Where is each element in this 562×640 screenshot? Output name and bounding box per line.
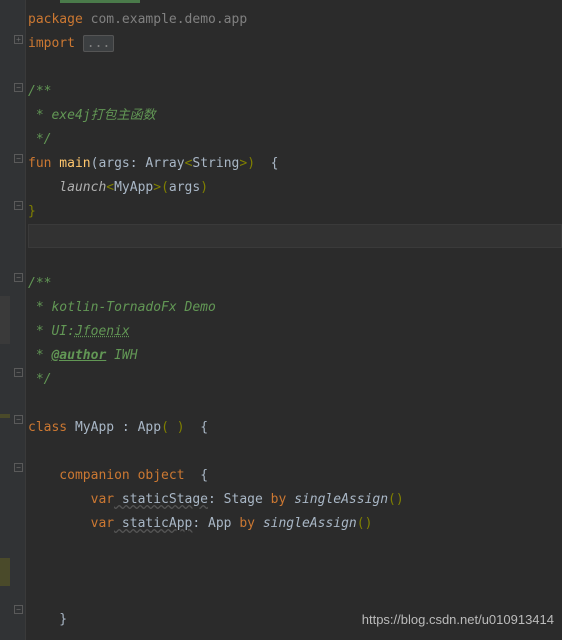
- code-line: fun main(args: Array<String>) {: [28, 152, 562, 176]
- code-line: /**: [28, 80, 562, 104]
- property-name: staticStage: [114, 492, 208, 507]
- type: Array: [145, 156, 184, 171]
- paren: (): [357, 516, 373, 531]
- fold-collapse-icon[interactable]: −: [14, 605, 23, 614]
- fold-collapse-icon[interactable]: −: [14, 83, 23, 92]
- fold-collapse-icon[interactable]: −: [14, 415, 23, 424]
- code-line-empty: [28, 584, 562, 608]
- change-marker-olive: [0, 558, 10, 586]
- param: args:: [98, 156, 145, 171]
- code-line: }: [28, 200, 562, 224]
- function-name: main: [51, 156, 90, 171]
- keyword-fun: fun: [28, 156, 51, 171]
- folded-region[interactable]: ...: [83, 35, 114, 52]
- comment-link: Jfoenix: [75, 324, 130, 339]
- function-call: launch: [28, 180, 106, 195]
- arg: args: [169, 180, 200, 195]
- code-line-empty: [28, 536, 562, 560]
- code-line: class MyApp : App( ) {: [28, 416, 562, 440]
- keyword-by: by: [239, 516, 255, 531]
- property-name: staticApp: [114, 516, 192, 531]
- code-line: var staticStage: Stage by singleAssign(): [28, 488, 562, 512]
- paren: ): [247, 156, 255, 171]
- code-line: * UI:Jfoenix: [28, 320, 562, 344]
- fold-collapse-icon[interactable]: −: [14, 273, 23, 282]
- delegate-fn: singleAssign: [255, 516, 357, 531]
- angle-bracket: <: [106, 180, 114, 195]
- fold-collapse-icon[interactable]: −: [14, 463, 23, 472]
- keyword-class: class: [28, 420, 67, 435]
- keyword-var: var: [28, 516, 114, 531]
- angle-bracket: >: [153, 180, 161, 195]
- delegate-fn: singleAssign: [286, 492, 388, 507]
- code-line: * @author IWH: [28, 344, 562, 368]
- package-name: com.example.demo.app: [83, 12, 247, 27]
- comment: */: [28, 132, 51, 147]
- brace: }: [28, 204, 36, 219]
- code-line-empty: [28, 248, 562, 272]
- code-line: */: [28, 128, 562, 152]
- paren: (: [161, 180, 169, 195]
- comment: * UI:: [28, 324, 75, 339]
- paren: ( ): [161, 420, 184, 435]
- fold-collapse-icon[interactable]: −: [14, 201, 23, 210]
- fold-expand-icon[interactable]: +: [14, 35, 23, 44]
- code-line: * kotlin-TornadoFx Demo: [28, 296, 562, 320]
- comment: IWH: [106, 348, 137, 363]
- comment: * kotlin-TornadoFx Demo: [28, 300, 216, 315]
- comment: * exe4j打包主函数: [28, 108, 156, 123]
- code-line-empty: [28, 560, 562, 584]
- type-anno: : Stage: [208, 492, 271, 507]
- code-line-empty: [28, 392, 562, 416]
- fold-collapse-icon[interactable]: −: [14, 368, 23, 377]
- comment: */: [28, 372, 51, 387]
- watermark-text: https://blog.csdn.net/u010913414: [362, 608, 554, 632]
- brace: {: [185, 468, 208, 483]
- comment: /**: [28, 276, 51, 291]
- paren: ): [200, 180, 208, 195]
- editor-top-highlight: [60, 0, 140, 3]
- type-anno: : App: [192, 516, 239, 531]
- code-line: var staticApp: App by singleAssign(): [28, 512, 562, 536]
- code-line: companion object {: [28, 464, 562, 488]
- keyword-by: by: [271, 492, 287, 507]
- code-line-empty: [28, 56, 562, 80]
- keyword-var: var: [28, 492, 114, 507]
- comment: /**: [28, 84, 51, 99]
- keyword-package: package: [28, 12, 83, 27]
- change-marker-olive: [0, 414, 10, 418]
- class-decl: MyApp : App: [67, 420, 161, 435]
- keyword-companion: companion: [28, 468, 130, 483]
- brace: {: [255, 156, 278, 171]
- fold-collapse-icon[interactable]: −: [14, 154, 23, 163]
- code-line: * exe4j打包主函数: [28, 104, 562, 128]
- code-line: */: [28, 368, 562, 392]
- change-marker: [0, 296, 10, 344]
- keyword-object: object: [130, 468, 185, 483]
- code-line: import ...: [28, 32, 562, 56]
- paren: (): [388, 492, 404, 507]
- code-line: /**: [28, 272, 562, 296]
- code-line: launch<MyApp>(args): [28, 176, 562, 200]
- brace: {: [185, 420, 208, 435]
- caret-line: [28, 224, 562, 248]
- brace: }: [28, 612, 67, 627]
- doc-tag: @author: [51, 348, 106, 363]
- angle-bracket: >: [239, 156, 247, 171]
- keyword-import: import: [28, 36, 75, 51]
- comment: *: [28, 348, 51, 363]
- type: MyApp: [114, 180, 153, 195]
- code-line: package com.example.demo.app: [28, 8, 562, 32]
- code-line-empty: [28, 440, 562, 464]
- code-editor-area[interactable]: package com.example.demo.app import ... …: [0, 0, 562, 632]
- type: String: [192, 156, 239, 171]
